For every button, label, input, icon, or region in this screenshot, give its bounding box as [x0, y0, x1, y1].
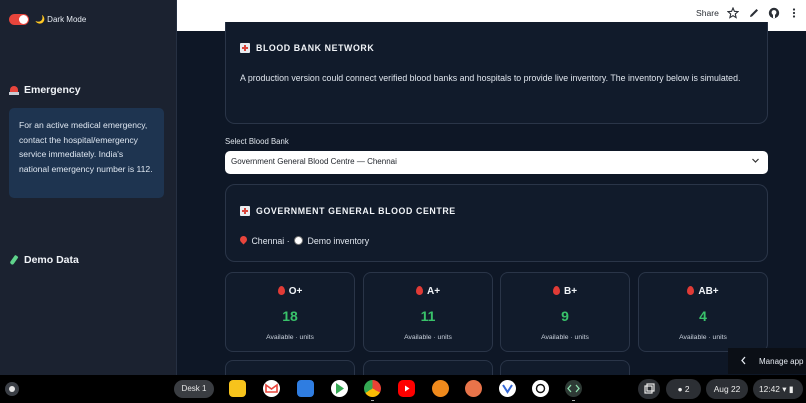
emergency-heading-text: Emergency	[24, 84, 81, 96]
app-icon-blue[interactable]	[499, 380, 516, 397]
centre-mode: Demo inventory	[307, 236, 370, 246]
vlc-icon[interactable]	[432, 380, 449, 397]
blood-type-card: AB+ 4 Available · units	[638, 272, 768, 352]
star-icon[interactable]	[726, 6, 740, 19]
demo-data-heading-text: Demo Data	[24, 254, 79, 266]
units-count: 18	[282, 308, 298, 324]
centre-location: Chennai	[251, 236, 285, 246]
battery-icon: ▮	[788, 384, 794, 394]
gmail-app-icon[interactable]	[263, 380, 280, 397]
wifi-icon: ▾	[782, 384, 787, 394]
youtube-icon[interactable]	[398, 380, 415, 397]
notification-count: 2	[684, 384, 690, 394]
chevron-down-icon	[751, 156, 760, 167]
blood-type-card: B+ 9 Available · units	[500, 272, 630, 352]
code-app-icon[interactable]	[565, 380, 582, 397]
sidebar: 🌙 Dark Mode Emergency For an active medi…	[0, 0, 177, 375]
hospital-icon	[240, 206, 250, 216]
units-caption: Available · units	[541, 334, 589, 341]
dark-mode-label: 🌙 Dark Mode	[35, 15, 87, 24]
blood-type-label: B+	[563, 286, 578, 297]
centre-title-text: GOVERNMENT GENERAL BLOOD CENTRE	[256, 206, 456, 216]
blood-type-label: A+	[426, 286, 441, 297]
units-caption: Available · units	[266, 334, 314, 341]
selected-blood-bank: Government General Blood Centre — Chenna…	[231, 157, 397, 166]
units-count: 9	[561, 308, 569, 324]
centre-meta: Chennai · Demo inventory	[240, 233, 369, 249]
desk-switcher[interactable]: Desk 1	[174, 380, 214, 398]
files-app-icon[interactable]	[297, 380, 314, 397]
notification-icon: ●	[677, 384, 683, 394]
units-count: 4	[699, 308, 707, 324]
blood-drop-icon	[415, 286, 423, 295]
units-caption: Available · units	[404, 334, 452, 341]
running-indicator	[371, 400, 374, 401]
share-button[interactable]: Share	[696, 8, 719, 18]
network-title: BLOOD BANK NETWORK	[240, 43, 374, 53]
os-taskbar: Desk 1 ● 2 Aug 22 12:42 ▾ ▮	[0, 375, 806, 403]
centre-card	[225, 184, 768, 262]
blood-drop-icon	[277, 286, 285, 295]
blood-drop-icon	[687, 286, 695, 295]
github-icon[interactable]	[768, 7, 780, 19]
manage-app-button[interactable]: Manage app	[728, 348, 806, 374]
notification-pill[interactable]: ● 2	[666, 379, 701, 399]
emergency-heading: Emergency	[9, 84, 81, 96]
edit-icon[interactable]	[748, 7, 760, 19]
app-icon-orange[interactable]	[465, 380, 482, 397]
launcher-icon[interactable]	[5, 382, 19, 396]
chrome-icon[interactable]	[364, 380, 381, 397]
location-pin-icon	[240, 236, 247, 245]
meta-separator: ·	[286, 236, 293, 246]
clock-time: 12:42	[759, 384, 780, 394]
running-indicator	[572, 400, 575, 401]
demo-data-heading: Demo Data	[9, 254, 79, 266]
camera-app-icon[interactable]	[229, 380, 246, 397]
network-description: A production version could connect verif…	[240, 73, 741, 83]
status-pill[interactable]: 12:42 ▾ ▮	[753, 379, 803, 399]
hospital-icon	[240, 43, 250, 53]
centre-title: GOVERNMENT GENERAL BLOOD CENTRE	[240, 206, 456, 216]
test-tube-icon	[9, 255, 19, 265]
units-caption: Available · units	[679, 334, 727, 341]
blood-bank-select[interactable]: Government General Blood Centre — Chenna…	[225, 151, 768, 174]
chatgpt-icon[interactable]	[532, 380, 549, 397]
network-title-text: BLOOD BANK NETWORK	[256, 43, 375, 53]
more-icon[interactable]	[788, 7, 800, 19]
manage-app-label: Manage app	[759, 356, 804, 366]
units-count: 11	[420, 308, 436, 324]
dark-mode-toggle-row[interactable]: 🌙 Dark Mode	[9, 14, 86, 25]
date-pill[interactable]: Aug 22	[706, 379, 748, 399]
siren-icon	[9, 85, 19, 96]
chevron-left-icon	[740, 356, 747, 367]
blood-type-label: AB+	[698, 286, 719, 297]
overview-button[interactable]	[638, 379, 660, 399]
blood-type-label: O+	[288, 286, 303, 297]
blood-type-card: O+ 18 Available · units	[225, 272, 355, 352]
blood-type-card: A+ 11 Available · units	[363, 272, 493, 352]
blood-drop-icon	[552, 286, 560, 295]
dark-mode-toggle[interactable]	[9, 14, 29, 25]
emergency-info-text: For an active medical emergency, contact…	[19, 120, 153, 174]
clock-icon	[294, 236, 304, 245]
emergency-info-box: For an active medical emergency, contact…	[9, 108, 164, 198]
play-store-icon[interactable]	[331, 380, 348, 397]
select-label: Select Blood Bank	[225, 137, 289, 146]
